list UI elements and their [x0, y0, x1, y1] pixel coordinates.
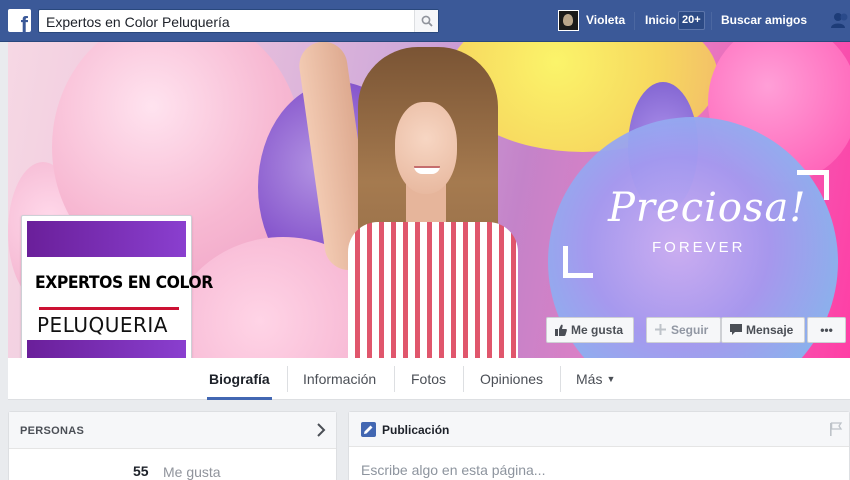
follow-label: Seguir — [671, 323, 709, 337]
tab-biografia[interactable]: Biografía — [207, 358, 272, 400]
tab-label: Biografía — [209, 371, 270, 387]
people-box-title: PERSONAS — [20, 425, 85, 437]
home-notification-badge: 20+ — [678, 11, 705, 30]
nav-divider — [634, 12, 635, 30]
nav-divider — [711, 12, 712, 30]
more-options-icon: ••• — [820, 323, 833, 337]
model-smile — [414, 166, 440, 174]
message-label: Mensaje — [746, 323, 794, 337]
tab-fotos[interactable]: Fotos — [411, 358, 446, 400]
pencil-icon — [361, 422, 376, 437]
follow-button[interactable]: Seguir — [646, 317, 721, 343]
chat-bubble-icon — [730, 324, 742, 335]
tab-label: Más — [576, 371, 603, 387]
frame-corner-icon — [563, 246, 593, 278]
cover-model-illustration — [288, 42, 558, 358]
logo-glyph: f — [20, 12, 28, 33]
flag-icon[interactable] — [829, 422, 843, 436]
message-button[interactable]: Mensaje — [721, 317, 805, 343]
tab-divider — [560, 366, 561, 392]
friends-icon[interactable] — [830, 12, 850, 28]
tab-label: Información — [303, 371, 377, 387]
model-face — [395, 102, 457, 194]
composer-input[interactable]: Escribe algo en esta página... — [361, 462, 545, 478]
page-logo: EXPERTOS EN COLOR PELUQUERIA — [27, 221, 213, 380]
search-icon — [421, 15, 433, 27]
logo-rule — [39, 307, 179, 310]
tab-opiniones[interactable]: Opiniones — [480, 358, 543, 400]
people-box: PERSONAS 55 Me gusta — [8, 411, 337, 480]
nav-find-friends-link[interactable]: Buscar amigos — [721, 13, 807, 27]
chevron-down-icon: ▼ — [606, 374, 616, 384]
like-page-label: Me gusta — [571, 323, 624, 337]
page-tab-bar: Biografía Información Fotos Opiniones Má… — [8, 358, 850, 400]
likes-count: 55 — [133, 463, 149, 479]
tab-divider — [394, 366, 395, 392]
cover-tagline: Preciosa! — [608, 185, 807, 231]
search-button[interactable] — [414, 10, 438, 32]
logo-band-top — [27, 221, 186, 257]
composer-header: Publicación — [349, 412, 849, 447]
logo-text-line1: EXPERTOS EN COLOR — [35, 273, 213, 293]
like-page-button[interactable]: Me gusta — [546, 317, 634, 343]
tab-divider — [287, 366, 288, 392]
facebook-logo-icon[interactable]: f — [8, 9, 31, 32]
tab-informacion[interactable]: Información — [303, 358, 376, 400]
avatar — [558, 10, 579, 31]
likes-label: Me gusta — [163, 464, 221, 480]
thumbs-up-icon — [555, 324, 567, 336]
tab-mas[interactable]: Más ▼ — [576, 358, 615, 400]
cover-tagline-sub: FOREVER — [652, 239, 746, 256]
composer-tab-publicacion[interactable]: Publicación — [382, 423, 449, 437]
nav-home-link[interactable]: Inicio — [645, 13, 676, 27]
logo-text-line2: PELUQUERIA — [37, 313, 168, 337]
plus-icon — [655, 324, 666, 335]
top-navigation-bar: f Expertos en Color Peluquería Violeta I… — [0, 0, 850, 42]
search-input-value: Expertos en Color Peluquería — [46, 14, 230, 30]
people-box-header[interactable]: PERSONAS — [9, 412, 336, 449]
more-options-button[interactable]: ••• — [807, 317, 846, 343]
search-input[interactable]: Expertos en Color Peluquería — [38, 9, 439, 33]
tab-divider — [463, 366, 464, 392]
tab-label: Fotos — [411, 371, 447, 387]
tab-label: Opiniones — [480, 371, 544, 387]
post-composer: Publicación Escribe algo en esta página.… — [348, 411, 850, 480]
model-striped-shirt — [348, 222, 518, 358]
nav-user-name[interactable]: Violeta — [586, 13, 625, 27]
chevron-right-icon[interactable] — [317, 423, 326, 437]
